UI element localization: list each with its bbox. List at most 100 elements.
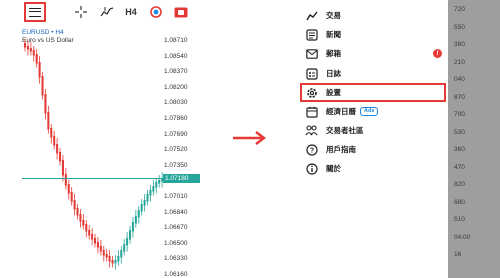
- news-icon: [305, 28, 318, 41]
- candle-body: [73, 200, 76, 210]
- menu-item-news[interactable]: 新聞: [300, 25, 448, 44]
- price-tick-label: 1.06330: [164, 255, 188, 263]
- calendar-icon: [305, 105, 318, 118]
- transition-arrow-icon: [233, 131, 266, 145]
- candle-body: [67, 184, 70, 194]
- candle-body: [32, 50, 35, 56]
- bid-price-label: 1.07180: [163, 174, 200, 183]
- candle-body: [117, 256, 120, 262]
- menu-item-calendar[interactable]: 經濟日曆 Ads: [300, 102, 448, 121]
- menu-item-label: 日誌: [326, 69, 341, 78]
- candle-body: [88, 230, 91, 236]
- backdrop-price-label: 530: [454, 128, 465, 136]
- indicators-button[interactable]: [98, 3, 116, 21]
- candle-body: [59, 152, 62, 162]
- candle-body: [26, 46, 29, 50]
- chart-screen: H4 EURUSD • H4 Euro vs US Dollar 1.08710…: [0, 0, 200, 278]
- price-tick-label: 1.06840: [164, 208, 188, 216]
- hamburger-menu-icon: [29, 7, 41, 17]
- candle-body: [129, 230, 132, 240]
- menu-item-help[interactable]: ? 用戶指南: [300, 140, 448, 159]
- menu-item-journal[interactable]: 日誌: [300, 64, 448, 83]
- candle-body: [114, 260, 117, 264]
- candle-body: [44, 94, 47, 114]
- settings-highlight-box: [300, 83, 446, 102]
- price-tick-label: 1.07690: [164, 130, 188, 138]
- menu-item-info[interactable]: 關於: [300, 159, 448, 178]
- price-tick-label: 1.06670: [164, 224, 188, 232]
- backdrop-price-label: 820: [454, 181, 465, 188]
- objects-button[interactable]: [148, 3, 164, 21]
- candle-body: [134, 216, 137, 224]
- candle-body: [131, 222, 134, 232]
- menu-item-label: 經濟日曆: [326, 107, 356, 116]
- menu-item-trade-chart[interactable]: 交易: [300, 6, 448, 25]
- candle-body: [105, 254, 108, 258]
- hamburger-menu-button[interactable]: [24, 2, 46, 22]
- unread-badge: !: [433, 49, 442, 58]
- ads-tag: Ads: [360, 107, 379, 116]
- candle-body: [120, 250, 123, 258]
- menu-item-label: 新聞: [326, 30, 341, 39]
- price-tick-label: 1.08030: [164, 99, 188, 107]
- candle-body: [149, 190, 152, 196]
- backdrop-price-label: 700: [454, 111, 465, 118]
- candle-body: [53, 136, 56, 146]
- candle-body: [126, 238, 129, 246]
- candle-body: [56, 144, 59, 154]
- backdrop-price-label: 360: [454, 146, 465, 153]
- bid-price-line: [22, 178, 164, 179]
- candle-body: [82, 220, 85, 226]
- backdrop-price-label: 550: [454, 23, 465, 31]
- candle-body: [155, 182, 158, 188]
- help-icon: ?: [305, 143, 318, 156]
- trade-chart-icon: [305, 9, 318, 22]
- backdrop-price-label: 04:00: [454, 233, 471, 241]
- candle-body: [96, 242, 99, 248]
- backdrop-price-label: 720: [454, 6, 465, 13]
- menu-screen: 交易 新聞 郵箱! 日誌 設置 經濟日曆 Ads 交易者社區? 用戶指南 關於 720 550 380…: [300, 0, 500, 278]
- price-tick-label: 1.07350: [164, 161, 188, 169]
- community-icon: [305, 124, 318, 137]
- menu-item-label: 用戶指南: [326, 145, 356, 154]
- indicator-icon: [100, 7, 114, 17]
- menu-item-label: 交易者社區: [326, 126, 364, 135]
- price-tick-label: 1.08540: [164, 52, 188, 60]
- objects-icon: [150, 6, 162, 18]
- candle-body: [99, 246, 102, 252]
- menu-item-label: 郵箱: [326, 49, 341, 58]
- price-tick-label: 1.08370: [164, 68, 188, 76]
- candle-body: [123, 244, 126, 252]
- candle-body: [29, 48, 32, 52]
- menu-item-label: 關於: [326, 164, 341, 173]
- crosshair-icon: [75, 6, 87, 18]
- candle-body: [102, 250, 105, 256]
- backdrop-price-label: 510: [454, 216, 465, 223]
- candle-body: [152, 186, 155, 192]
- candle-body: [79, 214, 82, 222]
- candle-body: [108, 256, 111, 262]
- mailbox-icon: [305, 47, 318, 60]
- menu-item-label: 交易: [326, 11, 341, 20]
- timeframe-button[interactable]: H4: [122, 3, 140, 21]
- candle-body: [94, 238, 97, 244]
- journal-icon: [305, 67, 318, 80]
- backdrop-price-label: 210: [454, 58, 465, 66]
- candle-body: [35, 54, 38, 64]
- price-tick-label: 1.06160: [164, 271, 188, 278]
- menu-item-mailbox[interactable]: 郵箱!: [300, 44, 448, 63]
- candle-body: [85, 224, 88, 232]
- backdrop-price-label: 380: [454, 41, 465, 48]
- candle-body: [64, 174, 67, 186]
- candle-body: [24, 43, 27, 48]
- crosshair-button[interactable]: [72, 3, 90, 21]
- price-tick-label: 1.07860: [164, 115, 188, 122]
- candle-body: [140, 204, 143, 212]
- candle-body: [38, 62, 41, 78]
- price-tick-label: 1.06500: [164, 239, 188, 247]
- menu-item-community[interactable]: 交易者社區: [300, 121, 448, 140]
- candle-body: [137, 210, 140, 218]
- backdrop-price-label: 680: [454, 198, 465, 206]
- candle-body: [143, 200, 146, 206]
- price-tick-label: 1.07520: [164, 146, 188, 154]
